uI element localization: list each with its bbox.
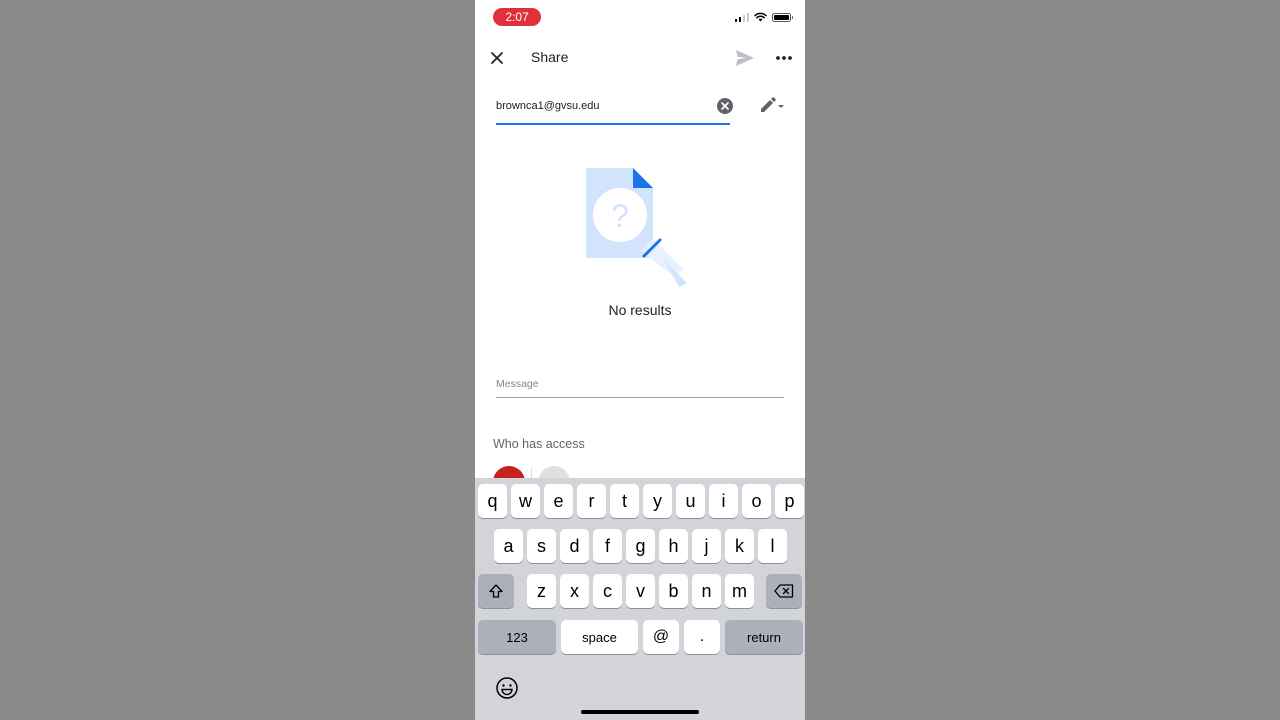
key-m[interactable]: m	[725, 574, 754, 608]
page-title: Share	[531, 49, 569, 65]
key-r[interactable]: r	[577, 484, 606, 518]
no-results-text: No results	[608, 302, 672, 318]
key-w[interactable]: w	[511, 484, 540, 518]
phone-screen: 2:07 Share brownca1@gvsu.edu ? No result…	[475, 0, 805, 720]
key-q[interactable]: q	[478, 484, 507, 518]
key-g[interactable]: g	[626, 529, 655, 563]
no-results-illustration: ?	[586, 168, 687, 287]
wifi-icon	[754, 12, 767, 22]
emoji-icon[interactable]	[495, 676, 519, 700]
key-o[interactable]: o	[742, 484, 771, 518]
status-time: 2:07	[493, 8, 541, 26]
backspace-icon	[774, 584, 794, 598]
email-input[interactable]: brownca1@gvsu.edu	[496, 92, 730, 125]
svg-text:?: ?	[611, 198, 629, 234]
key-i[interactable]: i	[709, 484, 738, 518]
key-s[interactable]: s	[527, 529, 556, 563]
return-key[interactable]: return	[725, 620, 803, 654]
key-v[interactable]: v	[626, 574, 655, 608]
status-icons	[734, 12, 793, 22]
key-t[interactable]: t	[610, 484, 639, 518]
key-a[interactable]: a	[494, 529, 523, 563]
dot-key[interactable]: .	[684, 620, 720, 654]
shift-arrow-icon	[489, 584, 503, 598]
message-input[interactable]: Message	[496, 374, 784, 398]
key-e[interactable]: e	[544, 484, 573, 518]
cellular-signal-icon	[734, 12, 749, 22]
who-has-access-heading: Who has access	[493, 437, 585, 451]
clear-input-icon[interactable]	[716, 97, 734, 115]
more-options-icon[interactable]	[773, 48, 795, 68]
email-input-value: brownca1@gvsu.edu	[496, 100, 600, 112]
key-x[interactable]: x	[560, 574, 589, 608]
key-k[interactable]: k	[725, 529, 754, 563]
send-icon[interactable]	[733, 47, 757, 69]
key-f[interactable]: f	[593, 529, 622, 563]
key-n[interactable]: n	[692, 574, 721, 608]
key-u[interactable]: u	[676, 484, 705, 518]
at-key[interactable]: @	[643, 620, 679, 654]
key-h[interactable]: h	[659, 529, 688, 563]
key-d[interactable]: d	[560, 529, 589, 563]
edit-role-pencil-icon[interactable]	[757, 93, 787, 115]
space-key[interactable]: space	[561, 620, 638, 654]
key-c[interactable]: c	[593, 574, 622, 608]
key-z[interactable]: z	[527, 574, 556, 608]
close-icon[interactable]	[487, 48, 507, 68]
on-screen-keyboard: q w e r t y u i o p a s d f g h j k l z …	[475, 478, 805, 720]
battery-icon	[772, 12, 793, 22]
key-p[interactable]: p	[775, 484, 804, 518]
key-y[interactable]: y	[643, 484, 672, 518]
backspace-key[interactable]	[766, 574, 802, 608]
numbers-key[interactable]: 123	[478, 620, 556, 654]
home-indicator[interactable]	[581, 710, 699, 714]
key-b[interactable]: b	[659, 574, 688, 608]
shift-key[interactable]	[478, 574, 514, 608]
key-l[interactable]: l	[758, 529, 787, 563]
key-j[interactable]: j	[692, 529, 721, 563]
